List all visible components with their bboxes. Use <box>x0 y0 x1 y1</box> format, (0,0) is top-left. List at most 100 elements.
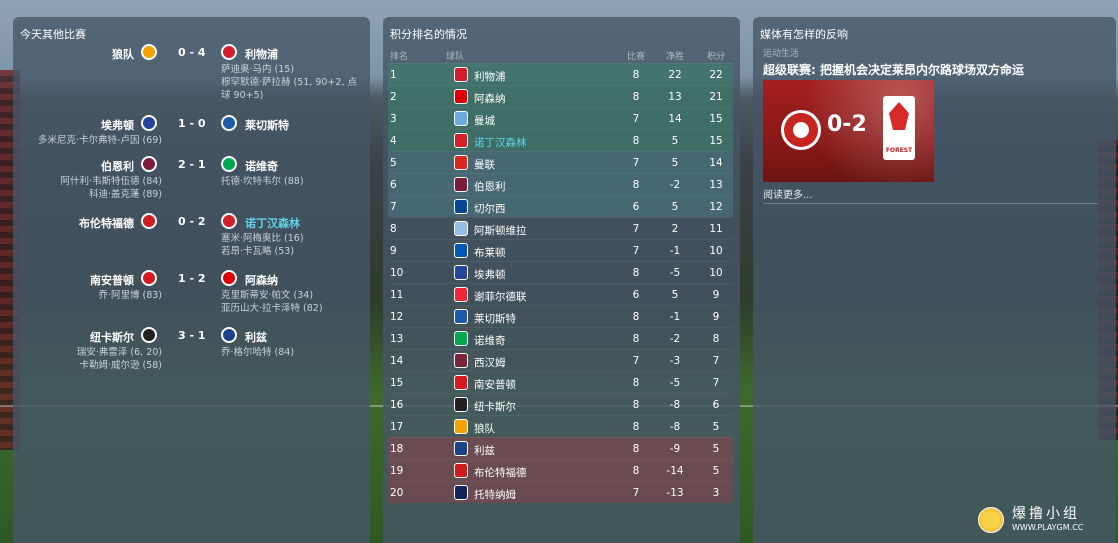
home-team-name[interactable]: 布伦特福德 <box>79 215 134 231</box>
team-crest-icon <box>454 441 468 456</box>
news-headline[interactable]: 超级联赛: 把握机会决定莱昂内尔路球场双方命运 <box>763 61 1024 78</box>
row-gd: -2 <box>669 179 681 191</box>
news-image[interactable]: 0-2 FOREST <box>763 80 934 182</box>
row-pts: 3 <box>712 487 720 499</box>
team-crest-icon <box>454 419 468 434</box>
table-row[interactable]: 6 伯恩利 8 -2 13 <box>388 173 733 195</box>
home-team-crest-icon <box>141 327 157 343</box>
table-row[interactable]: 12 莱切斯特 8 -1 9 <box>388 305 733 327</box>
row-team[interactable]: 诺丁汉森林 <box>474 135 527 150</box>
row-team[interactable]: 谢菲尔德联 <box>474 289 527 304</box>
table-row[interactable]: 8 阿斯顿维拉 7 2 11 <box>388 217 733 239</box>
home-team-crest-icon <box>141 115 157 131</box>
team-crest-icon <box>454 353 468 368</box>
row-pos: 16 <box>390 399 404 411</box>
row-team[interactable]: 布莱顿 <box>474 245 506 260</box>
home-team-name[interactable]: 埃弗顿 <box>101 117 134 133</box>
table-row[interactable]: 10 埃弗顿 8 -5 10 <box>388 261 733 283</box>
row-gd: -8 <box>669 421 681 433</box>
match-score: 0 - 4 <box>178 46 206 59</box>
row-gd: -13 <box>666 487 684 499</box>
row-pos: 4 <box>390 135 397 147</box>
home-scorers: 乔·阿里博 (83) <box>12 289 162 302</box>
home-team-name[interactable]: 纽卡斯尔 <box>90 329 134 345</box>
away-team-crest-icon <box>221 44 237 60</box>
row-pts: 15 <box>709 135 723 147</box>
match-result[interactable]: 纽卡斯尔 3 - 1 利兹 瑞安·弗雷泽 (6, 20) 卡勒姆·威尔逊 (58) 乔·格… <box>12 327 370 409</box>
home-team-crest-icon <box>141 156 157 172</box>
table-row[interactable]: 7 切尔西 6 5 12 <box>388 195 733 217</box>
home-team-name[interactable]: 伯恩利 <box>101 158 134 174</box>
team-crest-icon <box>454 243 468 258</box>
scorer-line: 多米尼克·卡尔弗特-卢因 (69) <box>38 135 162 146</box>
row-pos: 11 <box>390 289 404 301</box>
row-gd: -5 <box>669 267 681 279</box>
table-row[interactable]: 3 曼城 7 14 15 <box>388 107 733 129</box>
row-team[interactable]: 纽卡斯尔 <box>474 399 516 414</box>
away-team-name[interactable]: 莱切斯特 <box>245 117 289 133</box>
table-row[interactable]: 17 狼队 8 -8 5 <box>388 415 733 437</box>
row-team[interactable]: 托特纳姆 <box>474 487 516 502</box>
row-team[interactable]: 利兹 <box>474 443 495 458</box>
table-row[interactable]: 18 利兹 8 -9 5 <box>388 437 733 459</box>
match-result[interactable]: 狼队 0 - 4 利物浦 萨迪奥·马内 (15) 穆罕默德·萨拉赫 (51, 90+2,… <box>13 44 370 126</box>
row-played: 8 <box>632 69 640 81</box>
row-team[interactable]: 曼城 <box>474 113 495 128</box>
row-team[interactable]: 布伦特福德 <box>474 465 527 480</box>
row-team[interactable]: 阿斯顿维拉 <box>474 223 527 238</box>
row-team[interactable]: 阿森纳 <box>474 91 506 106</box>
row-pos: 19 <box>390 465 404 477</box>
team-crest-icon <box>454 89 468 104</box>
row-team[interactable]: 狼队 <box>474 421 495 436</box>
team-crest-icon <box>454 177 468 192</box>
row-team[interactable]: 诺维奇 <box>474 333 506 348</box>
table-row[interactable]: 19 布伦特福德 8 -14 5 <box>388 459 733 481</box>
row-played: 8 <box>632 311 640 323</box>
brentford-crest-icon <box>781 110 821 150</box>
table-row[interactable]: 16 纽卡斯尔 8 -8 6 <box>388 393 733 415</box>
row-team[interactable]: 曼联 <box>474 157 495 172</box>
row-team[interactable]: 切尔西 <box>474 201 506 216</box>
away-team-name[interactable]: 阿森纳 <box>245 272 278 288</box>
table-row[interactable]: 9 布莱顿 7 -1 10 <box>388 239 733 261</box>
table-row[interactable]: 11 谢菲尔德联 6 5 9 <box>388 283 733 305</box>
row-pts: 5 <box>712 421 720 433</box>
table-row[interactable]: 5 曼联 7 5 14 <box>388 151 733 173</box>
read-more-link[interactable]: 阅读更多... <box>763 186 813 201</box>
row-team[interactable]: 南安普顿 <box>474 377 516 392</box>
team-crest-icon <box>454 463 468 478</box>
watermark-brand: 爆撸小组 <box>1012 506 1080 522</box>
news-category: 运动生活 <box>763 49 800 59</box>
table-row[interactable]: 4 诺丁汉森林 8 5 15 <box>388 129 733 151</box>
scorer-line: 阿什利·韦斯特伍德 (84) <box>60 176 162 187</box>
table-row[interactable]: 2 阿森纳 8 13 21 <box>388 85 733 107</box>
row-pos: 18 <box>390 443 404 455</box>
row-pts: 7 <box>712 377 720 389</box>
row-played: 8 <box>632 135 640 147</box>
team-crest-icon <box>454 199 468 214</box>
table-row[interactable]: 13 诺维奇 8 -2 8 <box>388 327 733 349</box>
table-row[interactable]: 20 托特纳姆 7 -13 3 <box>388 481 733 503</box>
home-scorers: 瑞安·弗雷泽 (6, 20) 卡勒姆·威尔逊 (58) <box>12 346 162 372</box>
home-team-name[interactable]: 南安普顿 <box>90 272 134 288</box>
home-scorers: 阿什利·韦斯特伍德 (84) 科迪·盖克蓬 (89) <box>12 175 162 201</box>
row-team[interactable]: 伯恩利 <box>474 179 506 194</box>
away-team-name[interactable]: 利物浦 <box>245 46 278 62</box>
away-team-name[interactable]: 诺维奇 <box>245 158 278 174</box>
home-team-name[interactable]: 狼队 <box>112 46 134 62</box>
table-row[interactable]: 14 西汉姆 7 -3 7 <box>388 349 733 371</box>
away-team-crest-icon <box>221 213 237 229</box>
match-score: 2 - 1 <box>178 158 206 171</box>
away-team-name[interactable]: 利兹 <box>245 329 267 345</box>
row-team[interactable]: 埃弗顿 <box>474 267 506 282</box>
team-crest-icon <box>454 155 468 170</box>
row-team[interactable]: 莱切斯特 <box>474 311 516 326</box>
away-team-name[interactable]: 诺丁汉森林 <box>245 215 300 231</box>
row-played: 7 <box>632 113 640 125</box>
row-team[interactable]: 利物浦 <box>474 69 506 84</box>
table-row[interactable]: 1 利物浦 8 22 22 <box>388 63 733 85</box>
row-team[interactable]: 西汉姆 <box>474 355 506 370</box>
home-team-crest-icon <box>141 270 157 286</box>
table-row[interactable]: 15 南安普顿 8 -5 7 <box>388 371 733 393</box>
row-gd: -14 <box>666 465 684 477</box>
